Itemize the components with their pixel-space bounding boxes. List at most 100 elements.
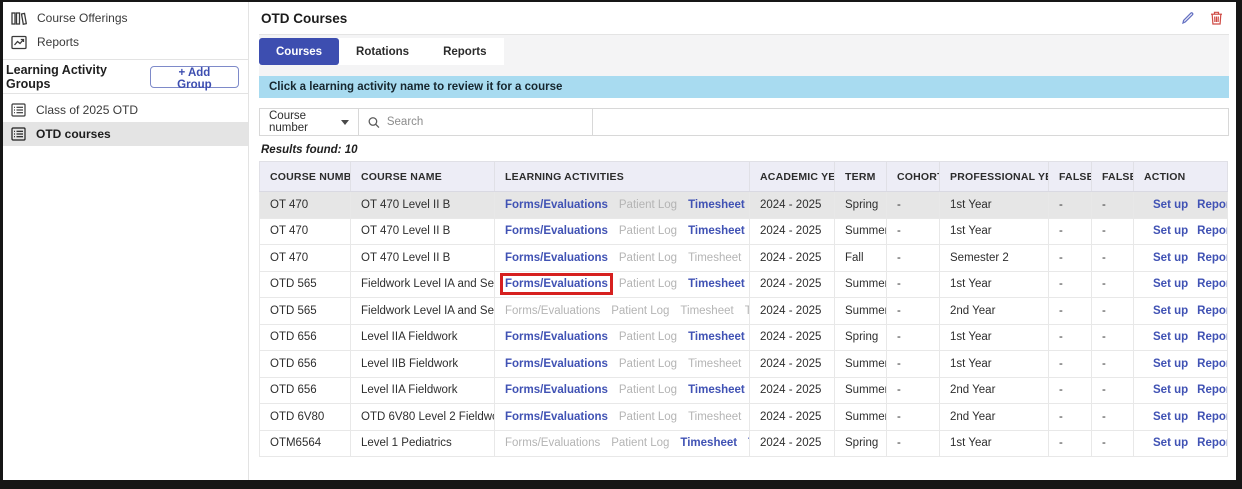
activity-link-timesheet[interactable]: Timesheet xyxy=(680,437,737,449)
tab-strip: Courses Rotations Reports xyxy=(259,35,1229,76)
activity-link-forms-evaluations[interactable]: Forms/Evaluations xyxy=(505,252,608,264)
set-up-link[interactable]: Set up xyxy=(1153,331,1188,343)
add-group-button[interactable]: + Add Group xyxy=(149,65,239,91)
activity-link-forms-evaluations[interactable]: Forms/Evaluations xyxy=(505,331,608,343)
app-window: Course Offerings Reports Learning Activi… xyxy=(0,0,1242,489)
set-up-link[interactable]: Set up xyxy=(1153,358,1188,370)
activity-link-forms-evaluations[interactable]: Forms/Evaluations xyxy=(505,199,608,211)
tab-rotations[interactable]: Rotations xyxy=(339,38,426,65)
course-name-cell: Level IIA Fieldwork xyxy=(350,376,495,404)
set-up-link[interactable]: Set up xyxy=(1153,437,1188,449)
tab-reports[interactable]: Reports xyxy=(426,38,503,65)
action-cell: Set up Reports xyxy=(1133,350,1228,378)
activity-link-timesheet: Timesheet xyxy=(688,410,742,423)
activity-link-forms-evaluations[interactable]: Forms/Evaluations xyxy=(505,358,608,370)
table-row: OTD 565 Fieldwork Level IA and Seminar F… xyxy=(259,297,1228,325)
table-row: OTD 656 Level IIA Fieldwork Forms/Evalua… xyxy=(259,323,1228,351)
reports-link[interactable]: Reports xyxy=(1197,225,1226,237)
reports-link[interactable]: Reports xyxy=(1197,199,1226,211)
action-cell: Set up Reports xyxy=(1133,297,1228,325)
sidebar-item-reports[interactable]: Reports xyxy=(3,30,248,54)
course-name-cell: Level 1 Pediatrics xyxy=(350,429,495,457)
sidebar-group-otd-courses[interactable]: OTD courses xyxy=(3,122,248,146)
activity-link-timesheet[interactable]: Timesheet xyxy=(688,225,745,237)
term-cell: Spring xyxy=(834,429,887,457)
course-number-cell: OTD 565 xyxy=(259,297,351,325)
filter-field-dropdown[interactable]: Course number xyxy=(260,109,359,135)
list-icon xyxy=(11,127,26,141)
course-number-cell: OT 470 xyxy=(259,244,351,272)
activity-link-forms-evaluations[interactable]: Forms/Evaluations xyxy=(500,273,613,296)
activity-link-timesheet[interactable]: Timesheet xyxy=(688,278,745,290)
learning-activities-cell: Forms/EvaluationsPatient LogTimesheetTim… xyxy=(494,217,750,245)
reports-link[interactable]: Reports xyxy=(1197,252,1226,264)
set-up-link[interactable]: Set up xyxy=(1153,305,1188,317)
term-cell: Fall xyxy=(834,244,887,272)
cohort-cell: - xyxy=(886,323,940,351)
table-header-row: COURSE NUMBER COURSE NAME LEARNING ACTIV… xyxy=(259,161,1228,192)
activity-link-timesheet[interactable]: Timesheet xyxy=(688,199,745,211)
activity-link-patient-log: Patient Log xyxy=(618,198,678,211)
activity-link-forms-evaluations: Forms/Evaluations xyxy=(505,304,601,317)
reports-link[interactable]: Reports xyxy=(1197,305,1226,317)
cohort-cell: - xyxy=(886,429,940,457)
sidebar-item-label: Course Offerings xyxy=(37,11,128,25)
table-row: OT 470 OT 470 Level II B Forms/Evaluatio… xyxy=(259,217,1228,245)
activity-link-forms-evaluations[interactable]: Forms/Evaluations xyxy=(505,225,608,237)
course-number-cell: OTD 656 xyxy=(259,350,351,378)
reports-link[interactable]: Reports xyxy=(1197,411,1226,423)
action-cell: Set up Reports xyxy=(1133,323,1228,351)
activity-link-timesheet[interactable]: Timesheet xyxy=(688,331,745,343)
academic-year-cell: 2024 - 2025 xyxy=(749,323,835,351)
set-up-link[interactable]: Set up xyxy=(1153,252,1188,264)
set-up-link[interactable]: Set up xyxy=(1153,411,1188,423)
info-banner: Click a learning activity name to review… xyxy=(259,76,1229,98)
course-number-cell: OT 470 xyxy=(259,217,351,245)
course-name-cell: Level IIA Fieldwork xyxy=(350,323,495,351)
set-up-link[interactable]: Set up xyxy=(1153,384,1188,396)
set-up-link[interactable]: Set up xyxy=(1153,225,1188,237)
activity-link-forms-evaluations[interactable]: Forms/Evaluations xyxy=(505,384,608,396)
reports-link[interactable]: Reports xyxy=(1197,384,1226,396)
sidebar-item-label: Reports xyxy=(37,35,80,49)
col-professional-year: PROFESSIONAL YEAR xyxy=(939,161,1049,192)
col-course-name: COURSE NAME xyxy=(350,161,495,192)
reports-link[interactable]: Reports xyxy=(1197,358,1226,370)
set-up-link[interactable]: Set up xyxy=(1153,199,1188,211)
academic-year-cell: 2024 - 2025 xyxy=(749,403,835,431)
col-false-2: FALSE xyxy=(1091,161,1134,192)
action-cell: Set up Reports xyxy=(1133,217,1228,245)
cohort-cell: - xyxy=(886,270,940,298)
edit-pencil-icon[interactable] xyxy=(1181,11,1195,25)
activity-link-timesheet[interactable]: Timesheet xyxy=(688,384,745,396)
tab-courses[interactable]: Courses xyxy=(259,38,340,65)
course-number-cell: OTD 565 xyxy=(259,270,351,298)
sidebar-item-course-offerings[interactable]: Course Offerings xyxy=(3,6,248,30)
table-row: OTD 565 Fieldwork Level IA and Seminar F… xyxy=(259,270,1228,298)
term-cell: Summer xyxy=(834,217,887,245)
reports-link[interactable]: Reports xyxy=(1197,278,1226,290)
activity-link-forms-evaluations[interactable]: Forms/Evaluations xyxy=(505,411,608,423)
sidebar-group-class-of-2025-otd[interactable]: Class of 2025 OTD xyxy=(3,98,248,122)
col-false-1: FALSE xyxy=(1048,161,1092,192)
term-cell: Summer xyxy=(834,270,887,298)
delete-trash-icon[interactable] xyxy=(1210,11,1223,25)
set-up-link[interactable]: Set up xyxy=(1153,278,1188,290)
action-cell: Set up Reports xyxy=(1133,403,1228,431)
cohort-cell: - xyxy=(886,297,940,325)
table-body: OT 470 OT 470 Level II B Forms/Evaluatio… xyxy=(259,191,1228,457)
books-icon xyxy=(11,11,27,25)
false-cell: - xyxy=(1091,297,1134,325)
professional-year-cell: 1st Year xyxy=(939,270,1049,298)
sidebar: Course Offerings Reports Learning Activi… xyxy=(3,2,249,480)
false-cell: - xyxy=(1091,376,1134,404)
false-cell: - xyxy=(1048,429,1092,457)
search-input[interactable] xyxy=(386,116,583,128)
term-cell: Summer xyxy=(834,403,887,431)
reports-link[interactable]: Reports xyxy=(1197,331,1226,343)
course-number-cell: OTD 656 xyxy=(259,323,351,351)
reports-link[interactable]: Reports xyxy=(1197,437,1226,449)
activity-link-patient-log: Patient Log xyxy=(618,410,678,423)
academic-year-cell: 2024 - 2025 xyxy=(749,191,835,219)
search-box xyxy=(359,109,593,135)
